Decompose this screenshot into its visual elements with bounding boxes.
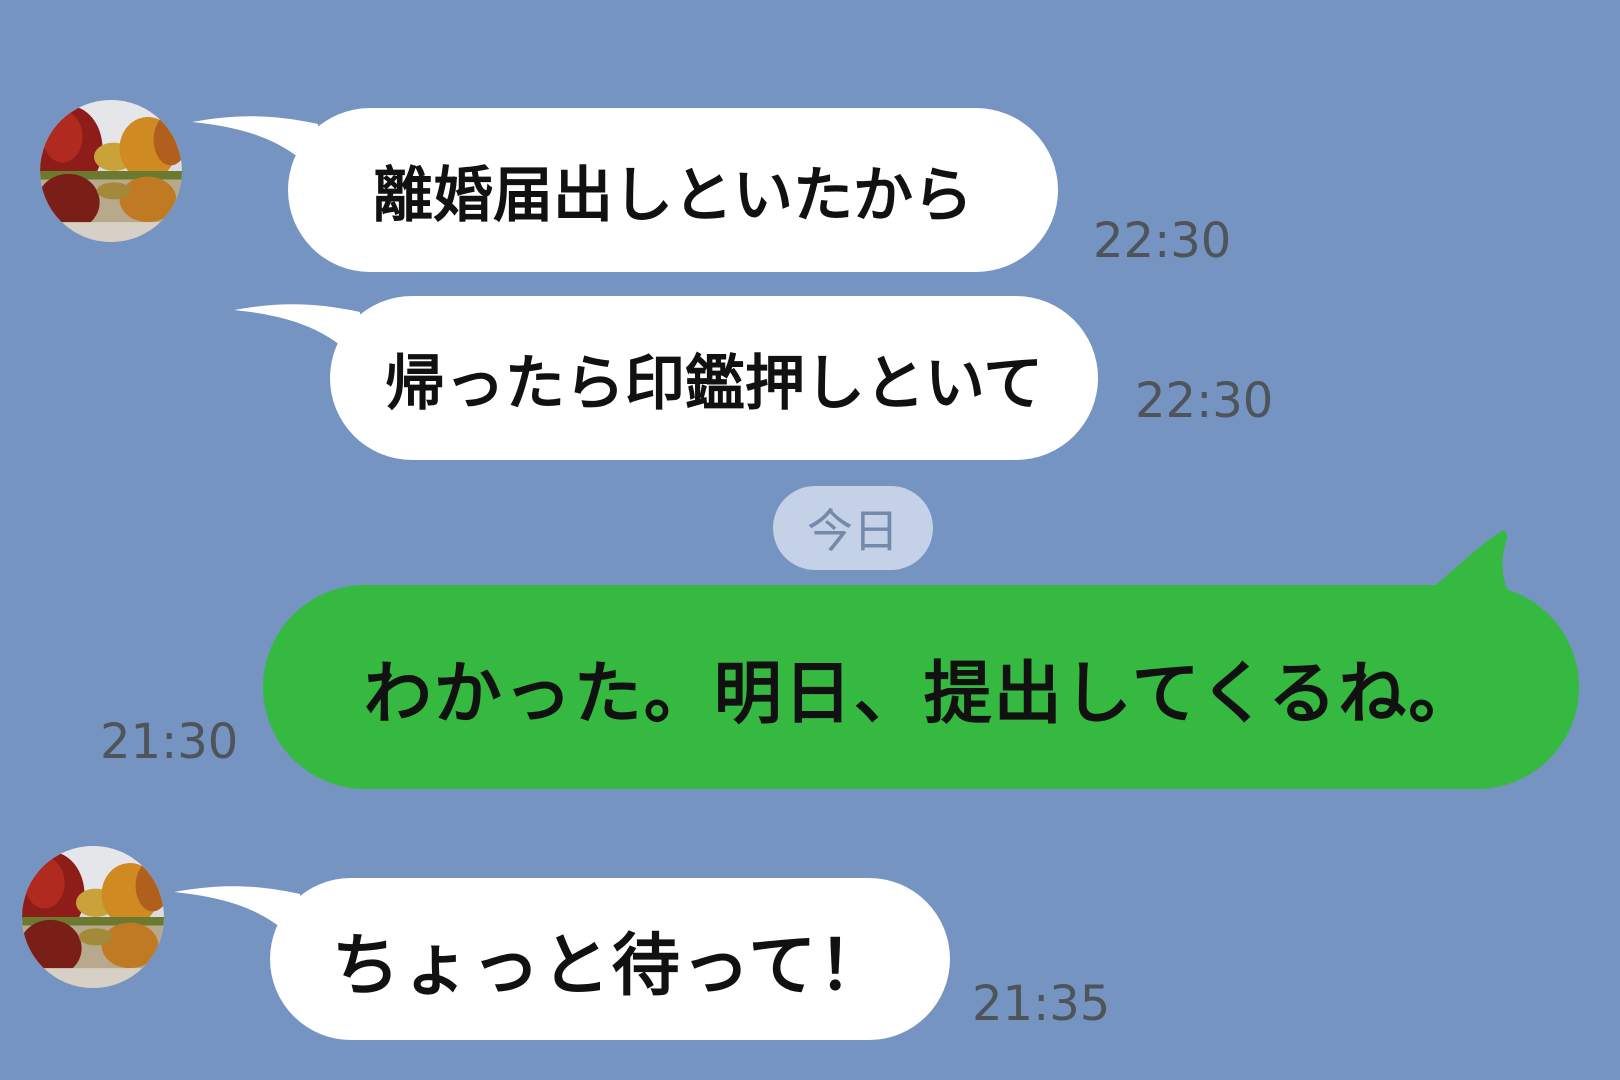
message-text: 帰ったら印鑑押しといて [384,348,1044,419]
contact-avatar[interactable] [40,100,182,242]
message-text: わかった。明日、提出してくるね。 [363,654,1479,734]
contact-avatar[interactable] [22,846,164,988]
message-bubble-outgoing[interactable]: わかった。明日、提出してくるね。 [263,585,1579,789]
message-timestamp: 21:30 [100,714,239,770]
message-bubble-incoming[interactable]: 離婚届出しといたから [288,108,1058,272]
avatar-photo-icon [40,100,182,242]
message-text: 離婚届出しといたから [373,160,973,231]
date-separator-label: 今日 [807,504,899,558]
message-bubble-incoming[interactable]: ちょっと待って！ [270,878,950,1040]
message-timestamp: 22:30 [1093,213,1232,269]
avatar-photo-icon [22,846,164,988]
date-separator: 今日 [773,486,933,570]
message-timestamp: 21:35 [972,976,1111,1032]
message-bubble-incoming[interactable]: 帰ったら印鑑押しといて [330,296,1098,460]
message-timestamp: 22:30 [1135,373,1274,429]
chat-area: 離婚届出しといたから 22:30 帰ったら印鑑押しといて 22:30 今日 わか… [0,0,1620,1080]
message-text: ちょっと待って！ [331,926,889,1006]
